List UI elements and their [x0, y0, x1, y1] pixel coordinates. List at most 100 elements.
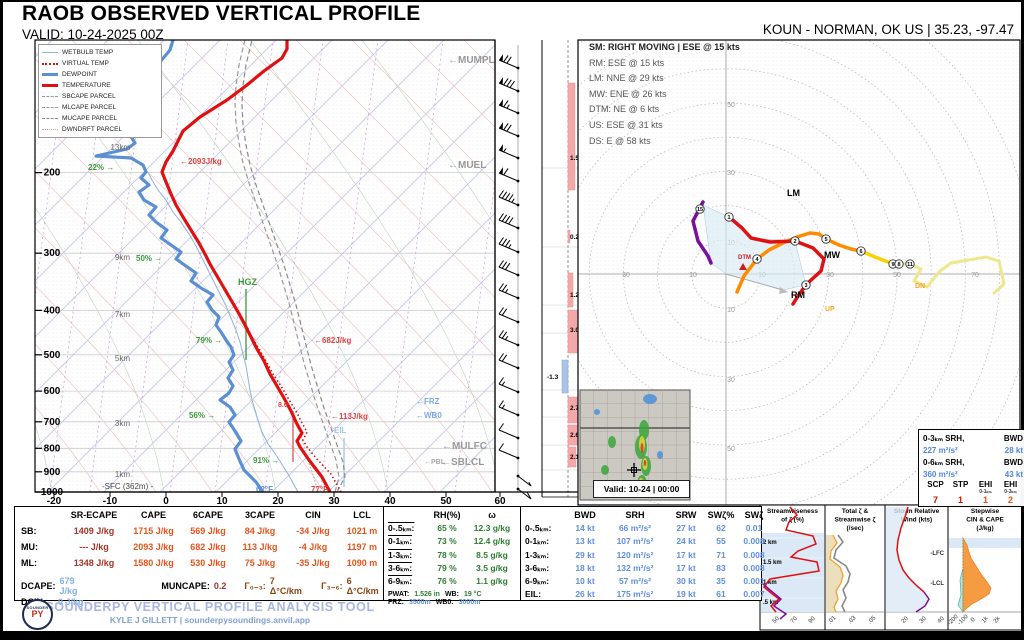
- hodo-ring-label: 30: [826, 272, 834, 279]
- shear-header: SWζ: [744, 510, 764, 520]
- moisture-w-value: 8.5 g/kg: [476, 549, 508, 560]
- moisture-row-label: 0-1ₖₘ:: [388, 536, 413, 547]
- barb-feather: [503, 78, 509, 86]
- hodo-height-marker: 5: [821, 234, 831, 244]
- wind-barb: [498, 122, 520, 138]
- srh-summary-box: 0-3ₖₘ SRH, BWD 227 m²/s² 28 kt 0-6ₖₘ SRH, BWD…: [918, 429, 1024, 507]
- moisture-rh-value: 76 %: [437, 575, 457, 586]
- skewt-annotation: 8.0: [278, 402, 288, 409]
- moisture-w-value: 12.4 g/kg: [473, 536, 511, 547]
- lapse-rate-3-6-value: 6 Δ°C/km: [346, 576, 379, 596]
- pressure-tick-label: 700: [44, 417, 61, 428]
- pressure-tick-label: 600: [44, 386, 61, 397]
- barb-staff: [498, 313, 519, 323]
- srh-row: 0-3ₖₘ SRH, BWD: [923, 432, 1023, 444]
- barb-feather: [498, 330, 504, 338]
- barb-feather: [503, 123, 509, 131]
- hodo-ring-label: 70: [971, 272, 979, 279]
- pressure-tick-label: 200: [44, 168, 61, 179]
- barb-staff: [498, 336, 519, 346]
- barb-feather: [504, 192, 511, 200]
- barb-feather: [498, 423, 504, 431]
- skewt-annotation: EIL: [334, 426, 347, 435]
- moisture-grid: RH(%) ω 0-.5ₖₘ: 65 % 12.3 g/kg 0-1ₖₘ: 73 % 12.4…: [384, 510, 521, 589]
- skewt-annotation: 62°F: [256, 485, 273, 494]
- barb-feather: [501, 354, 508, 362]
- height-tick-label: 3km: [115, 419, 130, 428]
- thermo-cell: -34 J/kg: [296, 526, 330, 536]
- advection-bar-value: -1.3: [547, 374, 559, 381]
- hodo-marker-number: 1: [727, 215, 730, 221]
- wind-barb-column: [498, 45, 532, 500]
- thermo-row-label: SB:: [21, 526, 37, 536]
- radar-echo: [601, 465, 609, 475]
- skewt-annotation: ←113J/kg: [331, 412, 368, 421]
- srh-index-value: 7: [932, 495, 938, 505]
- thermo-grid: SR-ECAPE CAPE 6CAPE 3CAPE CIN LCL SB: 1409 J/kg…: [15, 510, 384, 574]
- legend-item-label: MUCAPE PARCEL: [62, 115, 118, 122]
- shear-cell: 107 m²/s²: [616, 536, 654, 547]
- border-strip: [0, 631, 1024, 640]
- shear-cell: 27 kt: [676, 523, 696, 534]
- legend-line-sample: [42, 118, 58, 119]
- hodo-ring-label: 50: [893, 272, 901, 279]
- barb-feather: [504, 239, 511, 247]
- barb-feather: [506, 104, 510, 109]
- shear-cell: 83: [716, 562, 726, 573]
- legend-item: SBCAPE PARCEL: [42, 91, 158, 102]
- thermo-header: [15, 510, 63, 526]
- legend-item: WETBULB TEMP: [42, 47, 158, 58]
- radar-echo: [643, 460, 647, 466]
- thermo-cell: 1580 J/kg: [133, 558, 174, 568]
- pressure-tick-label: 500: [44, 350, 61, 361]
- moisture-row-label: 6-9ₖₘ:: [388, 575, 413, 586]
- barb-feather: [503, 148, 507, 153]
- wind-barb: [498, 443, 520, 460]
- wind-barb: [498, 167, 520, 183]
- srh-index-value: 1: [982, 495, 988, 505]
- srh-index-header: SCP: [927, 480, 944, 489]
- valid-time: VALID: 10-24-2025 00Z: [22, 27, 164, 42]
- footer-tool-name: SOUNDERPY VERTICAL PROFILE ANALYSIS TOOL: [45, 600, 375, 614]
- barb-staff: [498, 383, 519, 393]
- srh-cell: BWD: [1003, 457, 1023, 467]
- barb-feather: [503, 100, 509, 108]
- page-title: RAOB OBSERVED VERTICAL PROFILE: [22, 2, 421, 25]
- barb-feather: [504, 215, 511, 223]
- hodo-height-marker: 4: [752, 254, 762, 264]
- barb-staff: [498, 359, 519, 369]
- srh-index-headers: SCP STP EHI EHI: [923, 480, 1023, 489]
- barb-feather: [498, 400, 504, 408]
- pressure-tick-label: 900: [44, 467, 61, 478]
- barb-feather: [501, 261, 508, 269]
- pressure-tick-label: 300: [44, 248, 61, 259]
- shear-cell: 30 kt: [676, 575, 696, 586]
- logo-main-text: PY: [31, 609, 44, 619]
- hodo-point-label: RM: [791, 290, 805, 300]
- srh-index-values: 7 1 1 2: [923, 495, 1023, 505]
- thermo-cell: 1409 J/kg: [73, 526, 115, 536]
- legend-line-sample: [42, 107, 58, 108]
- barb-feather: [498, 213, 504, 221]
- wind-barb: [498, 330, 520, 347]
- moisture-header: [384, 510, 429, 523]
- radar-echo: [608, 436, 616, 448]
- lapse-rate-0-3-value: 7 Δ°C/km: [269, 576, 302, 596]
- barb-feather: [498, 190, 504, 198]
- thermo-header: 3CAPE: [244, 510, 275, 520]
- shear-cell: 19 kt: [676, 589, 696, 600]
- mini-panel-title: Streamwise ζ: [835, 517, 876, 524]
- storm-motion-line-0: SM: RIGHT MOVING | ESE @ 15 kts: [589, 42, 740, 52]
- moisture-footer-item: 3000m: [458, 599, 481, 607]
- legend-item: MLCAPE PARCEL: [42, 102, 158, 113]
- lapse-rate-3-6-label: Γ₃₋₆:: [321, 580, 343, 591]
- shear-cell: 132 m²/s²: [616, 562, 654, 573]
- skewt-annotation: 79% →: [196, 336, 222, 345]
- skewt-annotation: ←FRZ: [416, 397, 440, 406]
- moisture-footer-item: FRZ:: [388, 599, 404, 607]
- shear-cell: 35: [716, 575, 726, 586]
- legend-item-label: DEWPOINT: [62, 71, 98, 78]
- srh-cell: BWD: [1003, 433, 1023, 443]
- barb-staff: [498, 406, 519, 416]
- legend-item-label: MLCAPE PARCEL: [62, 104, 117, 111]
